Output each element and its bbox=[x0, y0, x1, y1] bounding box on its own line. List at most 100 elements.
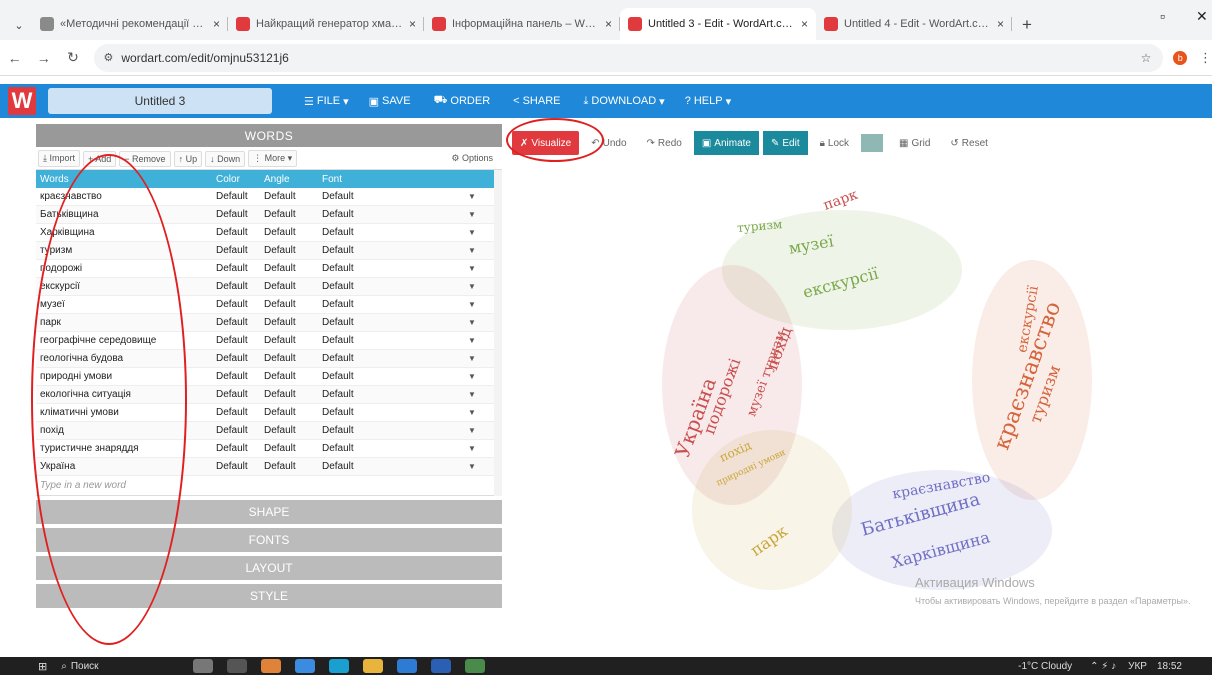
angle-cell[interactable]: Default bbox=[264, 371, 322, 382]
font-dropdown-icon[interactable]: ▼ bbox=[462, 264, 482, 273]
menu-file[interactable]: ☰ FILE ▾ bbox=[304, 94, 349, 108]
font-cell[interactable]: Default bbox=[322, 191, 462, 202]
color-cell[interactable]: Default bbox=[216, 245, 264, 256]
clock[interactable]: 18:52 bbox=[1157, 661, 1182, 672]
redo-button[interactable]: ↷ Redo bbox=[639, 131, 690, 155]
font-cell[interactable]: Default bbox=[322, 407, 462, 418]
angle-cell[interactable]: Default bbox=[264, 281, 322, 292]
font-cell[interactable]: Default bbox=[322, 371, 462, 382]
col-angle[interactable]: Angle bbox=[264, 174, 322, 185]
weather-text[interactable]: -1°C Cloudy bbox=[1018, 661, 1072, 672]
down-button[interactable]: ↓ Down bbox=[205, 150, 246, 167]
angle-cell[interactable]: Default bbox=[264, 389, 322, 400]
word-icon[interactable] bbox=[430, 659, 451, 673]
edge-icon[interactable] bbox=[328, 659, 349, 673]
font-cell[interactable]: Default bbox=[322, 353, 462, 364]
angle-cell[interactable]: Default bbox=[264, 461, 322, 472]
angle-cell[interactable]: Default bbox=[264, 407, 322, 418]
back-icon[interactable]: ← bbox=[0, 50, 29, 66]
edit-button[interactable]: ✎ Edit bbox=[762, 131, 808, 155]
font-dropdown-icon[interactable]: ▼ bbox=[462, 408, 482, 417]
font-cell[interactable]: Default bbox=[322, 425, 462, 436]
browser-tab[interactable]: Найкращий генератор хмар... × bbox=[228, 8, 424, 40]
browser-tab[interactable]: Untitled 3 - Edit - WordArt.com × bbox=[620, 8, 816, 40]
angle-cell[interactable]: Default bbox=[264, 317, 322, 328]
menu-order[interactable]: ⛟ ORDER bbox=[434, 94, 494, 108]
close-window-button[interactable]: ✕ bbox=[1196, 8, 1208, 25]
url-field[interactable]: ⚙ wordart.com/edit/omjnu53121j6 ☆ bbox=[93, 43, 1164, 72]
color-cell[interactable]: Default bbox=[216, 407, 264, 418]
angle-cell[interactable]: Default bbox=[264, 425, 322, 436]
tab-close-icon[interactable]: × bbox=[997, 17, 1004, 31]
color-cell[interactable]: Default bbox=[216, 353, 264, 364]
word-cloud-canvas[interactable]: музеї екскурсії туризм парк Україна подорожі п… bbox=[512, 160, 1202, 654]
wordart-logo[interactable]: W bbox=[8, 87, 36, 115]
minimize-button[interactable]: ▫ bbox=[1160, 8, 1165, 24]
cloud-word[interactable]: парк bbox=[821, 187, 860, 214]
color-cell[interactable]: Default bbox=[216, 443, 264, 454]
angle-cell[interactable]: Default bbox=[264, 263, 322, 274]
options-button[interactable]: ⚙ Options bbox=[447, 151, 497, 166]
font-dropdown-icon[interactable]: ▼ bbox=[462, 462, 482, 471]
color-cell[interactable]: Default bbox=[216, 227, 264, 238]
table-scrollbar[interactable] bbox=[494, 170, 502, 496]
color-cell[interactable]: Default bbox=[216, 425, 264, 436]
font-dropdown-icon[interactable]: ▼ bbox=[462, 192, 482, 201]
browser-tab[interactable]: Інформаційна панель – Word... × bbox=[424, 8, 620, 40]
explorer-icon[interactable] bbox=[362, 659, 383, 673]
font-cell[interactable]: Default bbox=[322, 281, 462, 292]
tab-close-icon[interactable]: × bbox=[605, 17, 612, 31]
font-dropdown-icon[interactable]: ▼ bbox=[462, 426, 482, 435]
font-cell[interactable]: Default bbox=[322, 209, 462, 220]
browser-tab[interactable]: Untitled 4 - Edit - WordArt.com × bbox=[816, 8, 1012, 40]
angle-cell[interactable]: Default bbox=[264, 335, 322, 346]
font-dropdown-icon[interactable]: ▼ bbox=[462, 210, 482, 219]
font-cell[interactable]: Default bbox=[322, 335, 462, 346]
menu-download[interactable]: ⤓ DOWNLOAD ▾ bbox=[584, 94, 665, 108]
font-cell[interactable]: Default bbox=[322, 263, 462, 274]
font-cell[interactable]: Default bbox=[322, 389, 462, 400]
taskbar-app-1[interactable] bbox=[192, 659, 213, 673]
color-cell[interactable]: Default bbox=[216, 191, 264, 202]
color-cell[interactable]: Default bbox=[216, 389, 264, 400]
extension-icon[interactable]: b bbox=[1173, 50, 1187, 65]
tab-search-icon[interactable]: ⌄ bbox=[6, 10, 32, 40]
font-cell[interactable]: Default bbox=[322, 227, 462, 238]
more-button[interactable]: ⋮ More ▾ bbox=[248, 150, 298, 167]
font-cell[interactable]: Default bbox=[322, 245, 462, 256]
color-cell[interactable]: Default bbox=[216, 263, 264, 274]
font-dropdown-icon[interactable]: ▼ bbox=[462, 444, 482, 453]
font-cell[interactable]: Default bbox=[322, 461, 462, 472]
col-color[interactable]: Color bbox=[216, 174, 264, 185]
font-dropdown-icon[interactable]: ▼ bbox=[462, 318, 482, 327]
menu-save[interactable]: ▣ SAVE bbox=[369, 94, 414, 108]
bookmark-star-icon[interactable]: ☆ bbox=[1141, 51, 1152, 65]
reload-icon[interactable]: ↻ bbox=[58, 49, 87, 66]
color-cell[interactable]: Default bbox=[216, 281, 264, 292]
angle-cell[interactable]: Default bbox=[264, 245, 322, 256]
new-tab-button[interactable]: + bbox=[1012, 10, 1042, 40]
firefox-icon[interactable] bbox=[260, 659, 281, 673]
chrome-icon[interactable] bbox=[464, 659, 485, 673]
start-icon[interactable]: ⊞ bbox=[38, 660, 47, 673]
angle-cell[interactable]: Default bbox=[264, 353, 322, 364]
menu-help[interactable]: ? HELP ▾ bbox=[685, 94, 731, 108]
font-dropdown-icon[interactable]: ▼ bbox=[462, 282, 482, 291]
import-button[interactable]: ⤓ Import bbox=[38, 150, 80, 167]
background-color-swatch[interactable] bbox=[861, 134, 884, 152]
font-cell[interactable]: Default bbox=[322, 317, 462, 328]
site-settings-icon[interactable]: ⚙ bbox=[104, 51, 114, 64]
words-section-header[interactable]: WORDS bbox=[36, 124, 502, 148]
color-cell[interactable]: Default bbox=[216, 299, 264, 310]
lock-button[interactable]: 🔒︎ Lock bbox=[812, 131, 857, 155]
col-font[interactable]: Font bbox=[322, 174, 462, 185]
font-dropdown-icon[interactable]: ▼ bbox=[462, 372, 482, 381]
tab-close-icon[interactable]: × bbox=[213, 17, 220, 31]
language-indicator[interactable]: УКР bbox=[1128, 661, 1147, 672]
color-cell[interactable]: Default bbox=[216, 461, 264, 472]
angle-cell[interactable]: Default bbox=[264, 299, 322, 310]
angle-cell[interactable]: Default bbox=[264, 191, 322, 202]
taskbar-search-label[interactable]: Поиск bbox=[71, 661, 99, 672]
taskbar-search-icon[interactable]: ⌕ bbox=[61, 661, 67, 672]
forward-icon[interactable]: → bbox=[29, 50, 58, 66]
